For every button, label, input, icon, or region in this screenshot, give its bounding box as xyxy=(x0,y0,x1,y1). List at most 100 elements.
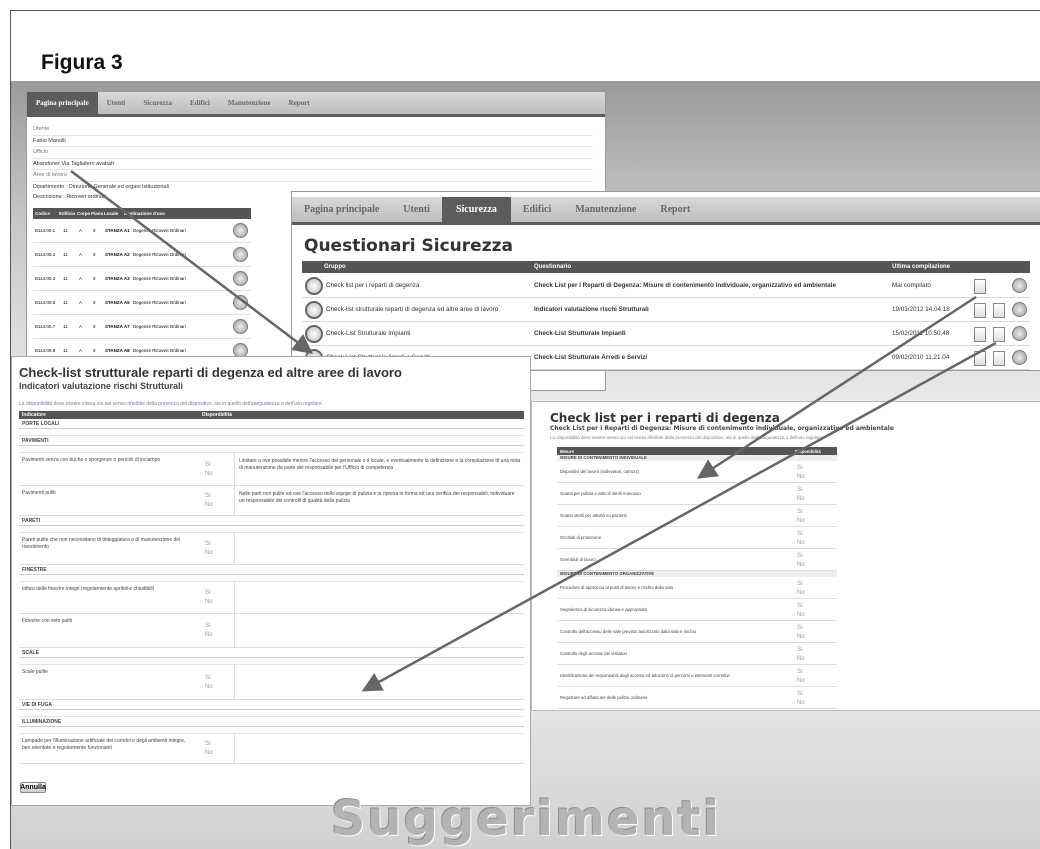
option-si[interactable]: Sì xyxy=(797,552,805,561)
checklist-row[interactable]: Procedure di approccio ai posti di lavor… xyxy=(557,577,837,599)
availability-options[interactable]: Sì No xyxy=(797,508,805,526)
option-si[interactable]: Sì xyxy=(205,740,213,749)
availability-options[interactable]: Sì No xyxy=(205,461,213,479)
option-no[interactable]: No xyxy=(797,473,805,482)
fill-document-icon[interactable] xyxy=(974,303,986,318)
option-no[interactable]: No xyxy=(205,549,213,558)
cell-questionario[interactable]: Indicatori valutazione rischi Struttural… xyxy=(534,298,890,321)
tab-home[interactable]: Pagina principale xyxy=(27,92,98,114)
availability-options[interactable]: Sì No xyxy=(797,624,805,642)
checklist-row[interactable]: Controllo degli accessi dei visitatori Sì… xyxy=(557,643,837,665)
availability-options[interactable]: Sì No xyxy=(797,602,805,620)
table-row[interactable]: Check list per i reparti di degenza Chec… xyxy=(302,274,1030,298)
checklist-row[interactable]: Registrare ed affiancare delle pulizie o… xyxy=(557,687,837,709)
fill-document-icon[interactable] xyxy=(974,279,986,294)
table-row[interactable]: B114.00.5 11 A 3 STANZA A5 Degenze Ricov… xyxy=(33,291,251,315)
availability-options[interactable]: Sì No xyxy=(205,492,213,510)
questionnaire-icon[interactable] xyxy=(233,271,248,286)
tab-sicurezza[interactable]: Sicurezza xyxy=(441,197,511,222)
option-si[interactable]: Sì xyxy=(797,580,805,589)
tab-utenti[interactable]: Utenti xyxy=(391,197,442,222)
availability-options[interactable]: Sì No xyxy=(797,690,805,708)
option-no[interactable]: No xyxy=(797,633,805,642)
export-document-icon[interactable] xyxy=(993,351,1005,366)
tab-report[interactable]: Report xyxy=(648,197,702,222)
option-no[interactable]: No xyxy=(797,517,805,526)
option-si[interactable]: Sì xyxy=(797,508,805,517)
availability-options[interactable]: Sì No xyxy=(205,589,213,607)
cell-gruppo[interactable]: Check-List Strutturale Impianti xyxy=(326,322,531,345)
tab-sicurezza[interactable]: Sicurezza xyxy=(134,92,181,114)
table-row[interactable]: B114.00.3 11 A 3 STANZA A3 Degenze Ricov… xyxy=(33,267,251,291)
cell-gruppo[interactable]: Check-list strutturale reparti di degenz… xyxy=(326,298,531,321)
option-si[interactable]: Sì xyxy=(797,464,805,473)
table-row[interactable]: Check-List Strutturale Impianti Check-Li… xyxy=(302,322,1030,346)
option-si[interactable]: Sì xyxy=(797,668,805,677)
option-no[interactable]: No xyxy=(797,589,805,598)
indicator-row[interactable]: Pavimenti senza con buche o sporgenze o … xyxy=(19,453,524,486)
fill-document-icon[interactable] xyxy=(974,351,986,366)
availability-options[interactable]: Sì No xyxy=(797,552,805,570)
option-si[interactable]: Sì xyxy=(205,674,213,683)
questionnaire-icon[interactable] xyxy=(233,319,248,334)
availability-options[interactable]: Sì No xyxy=(205,674,213,692)
option-si[interactable]: Sì xyxy=(797,602,805,611)
availability-options[interactable]: Sì No xyxy=(205,622,213,640)
option-no[interactable]: No xyxy=(205,501,213,510)
option-no[interactable]: No xyxy=(205,631,213,640)
export-document-icon[interactable] xyxy=(993,303,1005,318)
option-si[interactable]: Sì xyxy=(797,530,805,539)
option-no[interactable]: No xyxy=(797,655,805,664)
tab-home[interactable]: Pagina principale xyxy=(292,197,391,222)
view-icon[interactable] xyxy=(1012,302,1027,317)
checklist-row[interactable]: Guanti per pulizia e articoli sterili mo… xyxy=(557,483,837,505)
availability-options[interactable]: Sì No xyxy=(205,740,213,758)
option-si[interactable]: Sì xyxy=(205,622,213,631)
questionnaire-icon[interactable] xyxy=(233,223,248,238)
option-no[interactable]: No xyxy=(797,495,805,504)
fill-document-icon[interactable] xyxy=(974,327,986,342)
option-no[interactable]: No xyxy=(205,598,213,607)
option-no[interactable]: No xyxy=(205,749,213,758)
cell-questionario[interactable]: Check-List Strutturale Impianti xyxy=(534,322,890,345)
checklist-row[interactable]: Grembiuli di lavoro Sì No xyxy=(557,549,837,571)
availability-options[interactable]: Sì No xyxy=(205,540,213,558)
view-icon[interactable] xyxy=(1012,326,1027,341)
indicator-row[interactable]: Finestre con vetri puliti Sì No xyxy=(19,614,524,648)
view-icon[interactable] xyxy=(1012,278,1027,293)
option-si[interactable]: Sì xyxy=(205,492,213,501)
tab-edifici[interactable]: Edifici xyxy=(511,197,563,222)
tab-manutenzione[interactable]: Manutenzione xyxy=(219,92,280,114)
cell-questionario[interactable]: Check List per i Reparti di Degenza: Mis… xyxy=(534,274,890,297)
tab-edifici[interactable]: Edifici xyxy=(181,92,219,114)
cell-questionario[interactable]: Check-List Strutturale Arredi e Servizi xyxy=(534,346,890,369)
checklist-row[interactable]: Identificazione dei responsabili degli a… xyxy=(557,665,837,687)
option-no[interactable]: No xyxy=(797,561,805,570)
availability-options[interactable]: Sì No xyxy=(797,646,805,664)
option-no[interactable]: No xyxy=(797,677,805,686)
availability-options[interactable]: Sì No xyxy=(797,580,805,598)
option-no[interactable]: No xyxy=(205,683,213,692)
availability-options[interactable]: Sì No xyxy=(797,464,805,482)
availability-options[interactable]: Sì No xyxy=(797,668,805,686)
checklist-row[interactable]: Guanti sterili per attività su pazienti S… xyxy=(557,505,837,527)
option-no[interactable]: No xyxy=(797,611,805,620)
option-si[interactable]: Sì xyxy=(205,589,213,598)
option-si[interactable]: Sì xyxy=(205,461,213,470)
table-row[interactable]: B114.00.1 11 A 3 STANZA A1 Degenze Ricov… xyxy=(33,219,251,243)
indicator-row[interactable]: Pavimenti puliti Sì No Nelle parti non puli… xyxy=(19,486,524,516)
questionnaire-icon[interactable] xyxy=(233,295,248,310)
indicator-row[interactable]: Scale pulite Sì No xyxy=(19,665,524,700)
indicator-row[interactable]: Pareti pulite che non necessitano di tin… xyxy=(19,533,524,565)
option-si[interactable]: Sì xyxy=(797,624,805,633)
table-row[interactable]: Check-list strutturale reparti di degenz… xyxy=(302,298,1030,322)
availability-options[interactable]: Sì No xyxy=(797,486,805,504)
option-no[interactable]: No xyxy=(797,699,805,708)
option-no[interactable]: No xyxy=(797,539,805,548)
view-icon[interactable] xyxy=(1012,350,1027,365)
option-si[interactable]: Sì xyxy=(205,540,213,549)
checklist-row[interactable]: Controllo dell'accesso delle sale previs… xyxy=(557,621,837,643)
indicator-row[interactable]: Lampade per l'illuminazione artificiale … xyxy=(19,734,524,764)
table-row[interactable]: B114.00.7 11 A 3 STANZA A7 Degenze Ricov… xyxy=(33,315,251,339)
option-si[interactable]: Sì xyxy=(797,646,805,655)
